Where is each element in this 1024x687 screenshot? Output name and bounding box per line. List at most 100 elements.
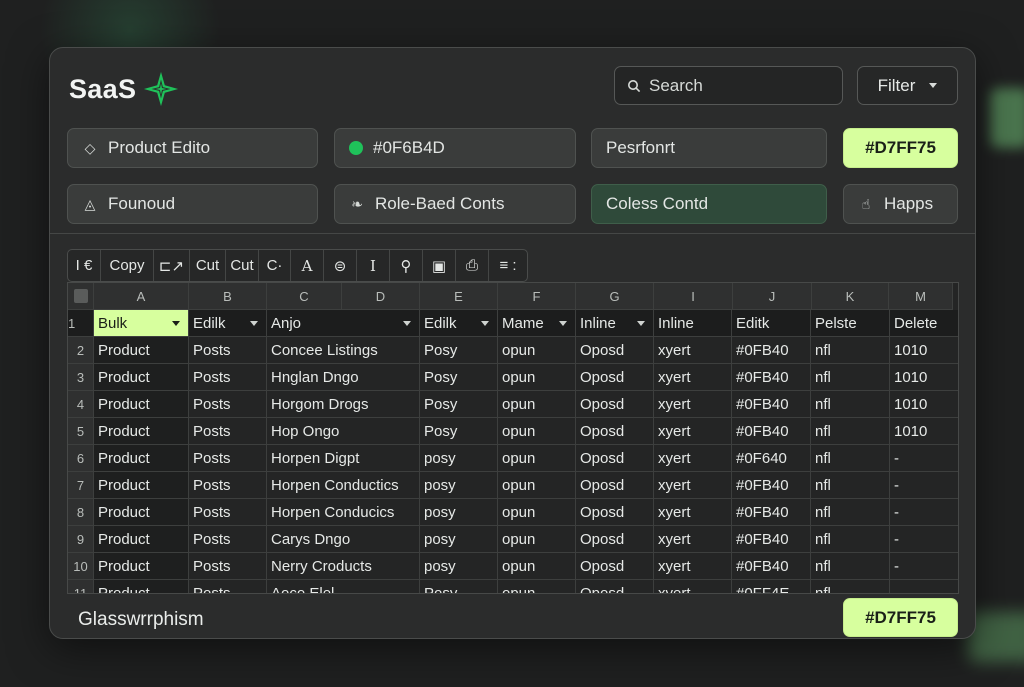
column-header[interactable]: D xyxy=(342,283,420,310)
table-cell[interactable]: #0FB40 xyxy=(732,391,811,418)
table-cell[interactable]: nfl xyxy=(811,418,890,445)
table-cell[interactable]: nfl xyxy=(811,499,890,526)
table-cell[interactable]: #0FB40 xyxy=(732,418,811,445)
column-header[interactable]: F xyxy=(498,283,576,310)
table-cell[interactable]: - xyxy=(890,553,958,580)
table-row[interactable]: 8 Product Posts Horpen Conducics posy op… xyxy=(68,499,958,526)
table-cell[interactable]: #0FB40 xyxy=(732,472,811,499)
table-cell[interactable]: - xyxy=(890,580,958,594)
chip-color-primary[interactable]: #0F6B4D xyxy=(334,128,576,168)
row-number[interactable]: 11 xyxy=(68,580,94,593)
chip-product-editor[interactable]: ◇ Product Edito xyxy=(67,128,318,168)
paste-icon[interactable]: ⊏↗ xyxy=(154,250,190,281)
table-cell[interactable]: Horpen Digpt xyxy=(267,445,420,472)
table-cell[interactable]: Posy xyxy=(420,418,498,445)
row-number[interactable]: 10 xyxy=(68,553,94,580)
toolbar-copy-button[interactable]: Copy xyxy=(101,250,154,281)
column-header[interactable]: G xyxy=(576,283,654,310)
row-number[interactable]: 8 xyxy=(68,499,94,526)
table-cell[interactable]: #0FF4E xyxy=(732,580,811,593)
column-header[interactable]: I xyxy=(654,283,733,310)
table-cell[interactable]: xyert xyxy=(654,364,732,391)
table-cell[interactable]: nfl xyxy=(811,580,890,593)
table-cell[interactable]: nfl xyxy=(811,445,890,472)
row-number[interactable]: 6 xyxy=(68,445,94,472)
table-cell[interactable]: xyert xyxy=(654,526,732,553)
table-cell[interactable]: Oposd xyxy=(576,553,654,580)
table-cell[interactable]: Oposd xyxy=(576,526,654,553)
table-cell[interactable]: Posy xyxy=(420,580,498,593)
table-cell[interactable]: Hnglan Dngo xyxy=(267,364,420,391)
table-cell[interactable]: Product xyxy=(94,526,189,553)
table-cell[interactable]: Product xyxy=(94,445,189,472)
table-cell[interactable]: opun xyxy=(498,391,576,418)
table-cell[interactable]: posy xyxy=(420,553,498,580)
table-cell[interactable]: Product xyxy=(94,364,189,391)
toolbar-color-button[interactable]: C· xyxy=(259,250,291,281)
table-cell[interactable]: 1010 xyxy=(890,418,958,445)
table-row[interactable]: 10 Product Posts Nerry Croducts posy opu… xyxy=(68,553,958,580)
header-cell[interactable]: Anjo xyxy=(267,310,420,337)
table-cell[interactable]: posy xyxy=(420,526,498,553)
chip-foundation[interactable]: ◬ Founoud xyxy=(67,184,318,224)
header-cell[interactable]: Inline xyxy=(654,310,732,337)
table-cell[interactable]: #0FB40 xyxy=(732,526,811,553)
table-cell[interactable]: xyert xyxy=(654,580,732,593)
table-row[interactable]: 2 Product Posts Concee Listings Posy opu… xyxy=(68,337,958,364)
table-cell[interactable]: Posts xyxy=(189,499,267,526)
table-cell[interactable]: Nerry Croducts xyxy=(267,553,420,580)
row-number[interactable]: 7 xyxy=(68,472,94,499)
chip-coless-control[interactable]: Coless Contd xyxy=(591,184,827,224)
table-cell[interactable]: opun xyxy=(498,445,576,472)
table-cell[interactable]: Posy xyxy=(420,391,498,418)
table-cell[interactable]: 1010 xyxy=(890,337,958,364)
column-header[interactable]: K xyxy=(812,283,889,310)
chip-happs[interactable]: ☝ Happs xyxy=(843,184,958,224)
table-cell[interactable]: nfl xyxy=(811,472,890,499)
table-cell[interactable]: opun xyxy=(498,472,576,499)
table-cell[interactable]: Posts xyxy=(189,526,267,553)
header-cell[interactable]: Edilk xyxy=(420,310,498,337)
chevron-down-icon[interactable] xyxy=(637,320,645,326)
table-cell[interactable]: Oposd xyxy=(576,391,654,418)
table-cell[interactable]: Product xyxy=(94,499,189,526)
table-cell[interactable]: opun xyxy=(498,337,576,364)
table-cell[interactable]: Posts xyxy=(189,418,267,445)
table-cell[interactable]: Posy xyxy=(420,337,498,364)
table-cell[interactable]: - xyxy=(890,445,958,472)
table-cell[interactable]: Oposd xyxy=(576,499,654,526)
table-cell[interactable]: Product xyxy=(94,391,189,418)
table-cell[interactable]: xyert xyxy=(654,553,732,580)
column-header[interactable]: B xyxy=(189,283,267,310)
chip-performance[interactable]: Pesrfonrt xyxy=(591,128,827,168)
table-cell[interactable]: opun xyxy=(498,364,576,391)
table-cell[interactable]: posy xyxy=(420,472,498,499)
table-cell[interactable]: posy xyxy=(420,445,498,472)
clipboard-icon[interactable]: ⎙ xyxy=(456,250,489,281)
header-cell[interactable]: Delete xyxy=(890,310,958,337)
select-all-corner[interactable] xyxy=(68,283,94,310)
table-cell[interactable]: - xyxy=(890,472,958,499)
table-row[interactable]: 7 Product Posts Horpen Conductics posy o… xyxy=(68,472,958,499)
chip-color-highlight[interactable]: #D7FF75 xyxy=(843,128,958,168)
table-cell[interactable]: Horpen Conductics xyxy=(267,472,420,499)
row-number[interactable]: 2 xyxy=(68,337,94,364)
chevron-down-icon[interactable] xyxy=(559,320,567,326)
link-icon[interactable]: ⊜ xyxy=(324,250,357,281)
chevron-down-icon[interactable] xyxy=(481,320,489,326)
table-row[interactable]: 4 Product Posts Horgom Drogs Posy opun O… xyxy=(68,391,958,418)
column-header[interactable]: C xyxy=(267,283,342,310)
table-cell[interactable]: - xyxy=(890,526,958,553)
table-cell[interactable]: #0FB40 xyxy=(732,499,811,526)
table-cell[interactable]: - xyxy=(890,499,958,526)
pin-icon[interactable]: ⚲ xyxy=(390,250,423,281)
table-cell[interactable]: opun xyxy=(498,553,576,580)
table-cell[interactable]: #0FB40 xyxy=(732,553,811,580)
table-cell[interactable]: Product xyxy=(94,337,189,364)
table-row[interactable]: 3 Product Posts Hnglan Dngo Posy opun Op… xyxy=(68,364,958,391)
table-cell[interactable]: Concee Listings xyxy=(267,337,420,364)
table-cell[interactable]: nfl xyxy=(811,553,890,580)
table-cell[interactable]: nfl xyxy=(811,391,890,418)
chevron-down-icon[interactable] xyxy=(250,320,258,326)
table-cell[interactable]: Oposd xyxy=(576,337,654,364)
